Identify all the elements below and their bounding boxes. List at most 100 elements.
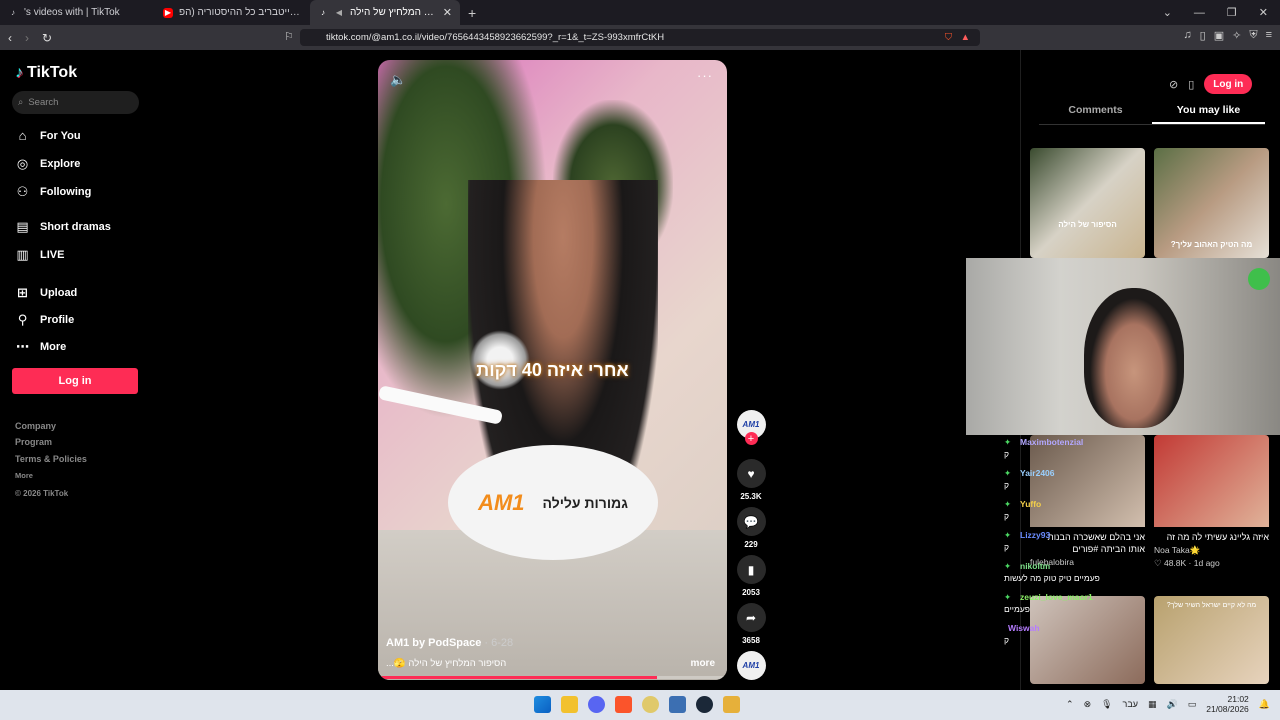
wallet-icon[interactable]: ▣: [1214, 29, 1224, 42]
more-icon: ⋯: [16, 339, 29, 354]
chevron-up-icon[interactable]: ⌃: [1066, 699, 1074, 710]
music-icon[interactable]: ♫: [1183, 29, 1191, 42]
tiktok-icon: ♪: [11, 8, 15, 17]
brave-rewards-icon[interactable]: ▲: [961, 32, 970, 43]
video-thumbnail: [1154, 435, 1269, 527]
app-icon[interactable]: [723, 696, 740, 713]
recommended-video-card[interactable]: מה הטיק האהוב עליך?: [1154, 148, 1269, 258]
windows-start-icon[interactable]: [534, 696, 551, 713]
close-tab-icon[interactable]: ✕: [443, 6, 452, 19]
discord-icon[interactable]: [588, 696, 605, 713]
share-icon[interactable]: ➦: [736, 603, 766, 632]
maximize-icon[interactable]: ❐: [1227, 6, 1237, 19]
notification-icon[interactable]: 🔔: [1259, 699, 1270, 710]
bookmark-icon[interactable]: ⚐: [284, 30, 294, 43]
compass-icon: ◎: [16, 156, 29, 171]
sidebar-item-for-you[interactable]: ⌂ For You: [15, 128, 81, 143]
search-input[interactable]: ⌕ Search: [12, 91, 139, 114]
branded-pillow: AM1 גמורות עלילה: [448, 445, 658, 560]
sidebar-item-explore[interactable]: ◎ Explore: [15, 156, 81, 172]
minimize-icon[interactable]: —: [1194, 7, 1205, 19]
follow-plus-icon[interactable]: +: [744, 432, 758, 445]
network-icon[interactable]: ⊗: [1084, 699, 1092, 710]
profile-icon: ⚲: [17, 312, 28, 327]
search-icon: ⌕: [18, 97, 24, 108]
more-link[interactable]: more: [691, 658, 715, 669]
browser-tab[interactable]: ♪ 's videos with | TikTok: [0, 0, 155, 25]
language-indicator[interactable]: עבר: [1123, 699, 1138, 709]
star-icon: ✦: [1004, 561, 1012, 571]
tab-list-icon[interactable]: ⌄: [1163, 6, 1172, 19]
sidebar-item-short-dramas[interactable]: ▤ Short dramas: [15, 219, 111, 235]
recommended-video-card[interactable]: איזה גליינג עשיתי לה מה זה Noa Taka🌟 ♡ 4…: [1154, 435, 1269, 569]
video-progress-bar[interactable]: [378, 676, 727, 679]
app-icon[interactable]: [642, 696, 659, 713]
sidebar-toggle-icon[interactable]: ▯: [1200, 29, 1206, 42]
clock[interactable]: 21:02 21/08/2026: [1206, 694, 1249, 714]
reload-icon[interactable]: ↻: [42, 31, 52, 45]
brave-icon[interactable]: [615, 696, 632, 713]
sidebar-item-profile[interactable]: ⚲ Profile: [15, 312, 75, 328]
sidebar-item-live[interactable]: ▥ LIVE: [15, 247, 64, 263]
video-author[interactable]: AM1 by PodSpace · 6-28: [386, 637, 513, 649]
volume-icon[interactable]: 🔈: [390, 72, 406, 88]
share-count: 3658: [742, 636, 760, 645]
menu-icon[interactable]: ≡: [1266, 29, 1272, 42]
footer-link-terms[interactable]: Terms & Policies: [15, 454, 87, 464]
comment-icon[interactable]: 💬: [736, 507, 766, 536]
battery-icon[interactable]: ▭: [1188, 699, 1197, 710]
footer-link-company[interactable]: Company: [15, 421, 56, 431]
url-field[interactable]: tiktok.com/@am1.co.il/video/765644345892…: [300, 29, 980, 46]
streamer-face: [1084, 288, 1184, 428]
tab-you-may-like[interactable]: You may like: [1152, 104, 1265, 124]
recommended-video-card[interactable]: מה לא קיים ישראל השיר שלך?: [1154, 596, 1269, 684]
new-tab-icon[interactable]: +: [460, 5, 484, 21]
footer-link-program[interactable]: Program: [15, 437, 52, 447]
video-player[interactable]: AM1 גמורות עלילה אחרי איזה 40 דקות 🔈 ···…: [378, 60, 727, 680]
compass-icon[interactable]: ⊘: [1169, 78, 1178, 91]
steam-icon[interactable]: [696, 696, 713, 713]
save-count: 2053: [742, 588, 760, 597]
file-explorer-icon[interactable]: [561, 696, 578, 713]
tiktok-logo[interactable]: ♪ TikTok: [15, 64, 77, 82]
like-icon[interactable]: ♥: [736, 459, 766, 488]
sidebar-item-more[interactable]: ⋯ More: [15, 339, 66, 355]
browser-tab-active[interactable]: ♪ ◀ הסיפור המלחיץ של הילה — ✕: [310, 0, 460, 25]
video-options-icon[interactable]: ···: [697, 68, 713, 83]
recommended-video-card[interactable]: הסיפור של הילה: [1030, 148, 1145, 258]
webcam-overlay: [966, 258, 1280, 435]
forward-icon[interactable]: ›: [25, 31, 29, 45]
copyright: © 2026 TikTok: [15, 489, 69, 498]
tiktok-icon: ♪: [15, 64, 23, 81]
sidebar-item-following[interactable]: ⚇ Following: [15, 184, 92, 200]
windows-taskbar: ⌃ ⊗ 🎙 עבר ▦ 🔊 ▭ 21:02 21/08/2026 🔔: [0, 690, 1280, 720]
speaker-icon[interactable]: 🔊: [1167, 699, 1178, 710]
header-login-button[interactable]: Log in: [1204, 74, 1253, 94]
speaker-icon[interactable]: ◀: [334, 8, 344, 18]
app-icon[interactable]: [669, 696, 686, 713]
home-icon: ⌂: [18, 128, 27, 143]
sound-avatar[interactable]: AM1: [736, 651, 766, 680]
vpn-icon[interactable]: ⛨: [1249, 29, 1257, 42]
back-icon[interactable]: ‹: [8, 31, 12, 45]
footer-link-more[interactable]: More: [15, 471, 33, 480]
tab-comments[interactable]: Comments: [1039, 104, 1152, 124]
address-bar: ‹ › ↻ ⚐ tiktok.com/@am1.co.il/video/7656…: [0, 25, 1280, 50]
browser-tab[interactable]: ▶ אבא קריר אייטבריב כל ההיסטוריה (הפ: [155, 0, 310, 25]
live-icon: ▥: [16, 247, 29, 262]
like-count: 25.3K: [740, 492, 762, 501]
mic-icon[interactable]: 🎙: [1101, 699, 1112, 710]
comment-count: 229: [744, 540, 758, 549]
tiktok-icon: ♪: [321, 8, 325, 17]
browser-extensions: ♫ ▯ ▣ ✧ ⛨ ≡: [1183, 29, 1272, 42]
bookmark-icon[interactable]: ▮: [736, 555, 766, 584]
device-icon[interactable]: ▯: [1188, 78, 1194, 91]
login-button[interactable]: Log in: [12, 368, 138, 394]
close-window-icon[interactable]: ✕: [1259, 6, 1268, 19]
wifi-icon[interactable]: ▦: [1148, 699, 1157, 710]
video-progress-fill: [378, 676, 658, 679]
sidebar-item-upload[interactable]: ⊞ Upload: [15, 285, 77, 301]
ai-icon[interactable]: ✧: [1232, 29, 1241, 42]
chat-line: Wiswah ק: [1004, 623, 1040, 645]
brave-shield-icon[interactable]: ⛉: [945, 32, 952, 43]
